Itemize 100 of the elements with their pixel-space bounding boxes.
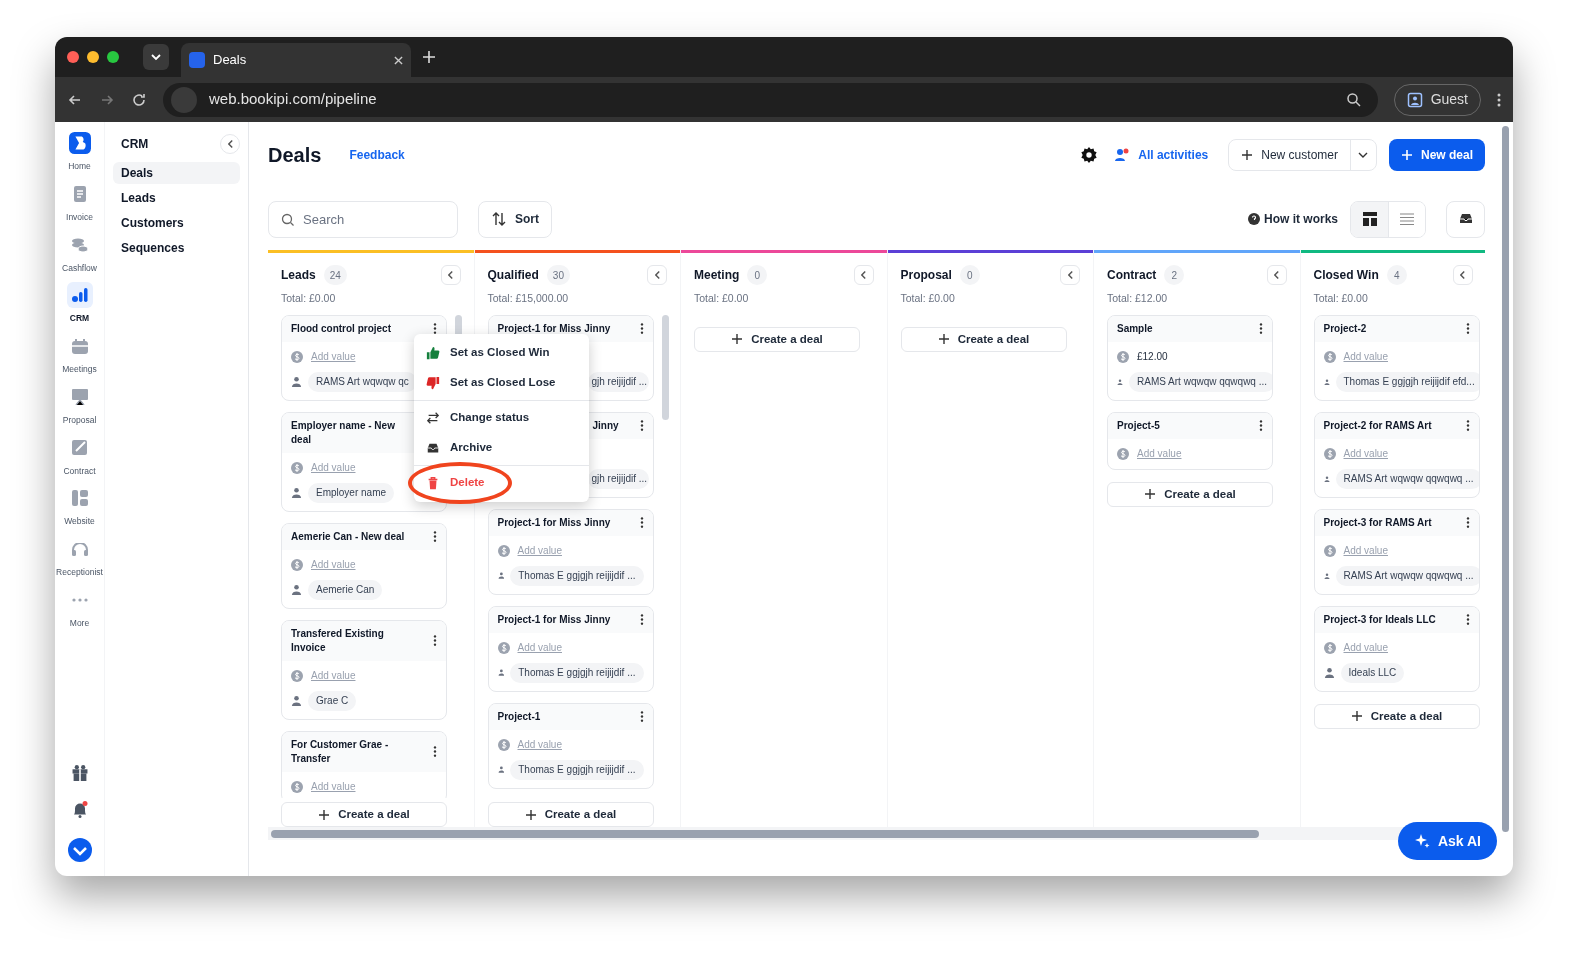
close-tab-icon[interactable] [394, 55, 403, 65]
rail-item[interactable]: Receptionist [55, 536, 104, 579]
card-title: Project-3 for Ideals LLC [1323, 612, 1436, 627]
all-activities-link[interactable]: All activities [1138, 146, 1209, 164]
pen-icon [72, 440, 87, 455]
more-options-icon[interactable] [433, 746, 437, 758]
notification-bell-icon[interactable] [71, 801, 88, 818]
bar-chart-icon [71, 288, 88, 303]
sort-button[interactable]: Sort [478, 200, 552, 238]
create-deal-button[interactable]: Create a deal [1107, 481, 1273, 507]
search-field[interactable]: Search [268, 200, 458, 238]
column-total: Total: £15,000.00 [486, 291, 570, 306]
how-it-works-link[interactable]: How it works [1264, 210, 1338, 228]
zoom-icon[interactable] [1345, 91, 1362, 108]
document-icon [73, 185, 86, 202]
card-title: Project-2 [1323, 321, 1367, 336]
column-scrollbar[interactable] [661, 314, 669, 420]
column-title: Leads [281, 267, 316, 284]
rail-item[interactable]: Home [55, 130, 104, 173]
collapse-column-button[interactable] [1060, 265, 1080, 285]
rail-item[interactable]: Cashflow [55, 231, 104, 275]
more-options-icon[interactable] [433, 635, 437, 647]
menu-item[interactable]: Delete [414, 468, 589, 498]
check-badge-icon[interactable] [67, 838, 92, 862]
collapse-column-button[interactable] [1266, 265, 1287, 285]
create-deal-button[interactable]: Create a deal [900, 326, 1067, 352]
more-options-icon[interactable] [433, 323, 437, 335]
tab-title: Deals [213, 51, 248, 70]
sidebar-title: CRM [121, 136, 149, 153]
contact-chip: RAMS Art wqwqw qc [308, 371, 417, 392]
more-options-icon[interactable] [639, 517, 644, 529]
sidebar-item[interactable]: Deals [113, 162, 240, 184]
collapse-column-button[interactable] [440, 265, 461, 285]
list-icon [1399, 211, 1415, 227]
menu-item[interactable]: Archive [414, 433, 589, 463]
menu-item[interactable]: Set as Closed Win [414, 338, 589, 368]
sidebar-item[interactable]: Sequences [113, 237, 240, 259]
more-options-icon[interactable] [1465, 517, 1470, 529]
card-title: Aemerie Can - New deal [291, 529, 405, 544]
plus-icon [1400, 149, 1413, 161]
create-deal-button[interactable]: Create a deal [487, 802, 654, 827]
rail-item[interactable]: Invoice [55, 180, 104, 224]
contact-chip: RAMS Art wqwqw qqwqwq ... [1335, 468, 1479, 489]
rail-item[interactable]: CRM [55, 282, 104, 325]
more-options-icon[interactable] [433, 531, 437, 543]
dollar-icon [1117, 447, 1129, 460]
reload-icon[interactable] [131, 91, 147, 108]
feedback-link[interactable]: Feedback [349, 146, 405, 164]
collapse-column-button[interactable] [1452, 265, 1473, 285]
more-options-icon[interactable] [639, 614, 644, 626]
more-options-icon[interactable] [1259, 420, 1263, 432]
count-badge: 0 [747, 265, 768, 285]
collapse-column-button[interactable] [853, 265, 874, 285]
settings-icon[interactable] [1080, 146, 1099, 164]
horizontal-scrollbar[interactable] [271, 829, 1259, 838]
dollar-icon [1117, 350, 1129, 363]
more-options-icon[interactable] [1465, 614, 1470, 626]
address-bar[interactable]: web.bookipi.com/pipeline [163, 82, 1378, 117]
more-options-icon[interactable] [639, 711, 644, 723]
new-tab-icon[interactable] [423, 51, 435, 63]
trash-icon [426, 476, 440, 490]
rail-item[interactable]: Meetings [55, 333, 104, 376]
menu-item[interactable]: Set as Closed Lose [414, 368, 589, 398]
chevron-left-icon [227, 140, 233, 148]
more-options-icon[interactable] [639, 323, 644, 335]
archive-button[interactable] [1446, 200, 1485, 238]
new-deal-button[interactable]: New deal [1388, 139, 1485, 171]
plus-icon [318, 808, 331, 821]
more-options-icon[interactable] [1259, 323, 1263, 335]
card-title: Project-1 for Miss Jinny [497, 321, 611, 336]
rail-item[interactable]: More [55, 586, 104, 630]
rail-item[interactable]: Contract [55, 434, 104, 478]
sidebar-item[interactable]: Leads [113, 187, 240, 209]
vertical-scrollbar[interactable] [1502, 126, 1509, 832]
person-icon [497, 572, 505, 580]
contact-chip: RAMS Art wqwqw qqwqwq ... [1335, 565, 1479, 586]
browser-menu-icon[interactable] [1497, 92, 1501, 107]
browser-tab[interactable]: Deals [181, 43, 411, 77]
create-deal-button[interactable]: Create a deal [694, 326, 860, 352]
card-title: Project-5 [1117, 418, 1160, 433]
chevron-left-icon [1067, 271, 1073, 279]
person-icon [1323, 572, 1330, 579]
more-options-icon[interactable] [639, 420, 644, 432]
menu-item[interactable]: Change status [414, 403, 589, 433]
collapse-column-button[interactable] [647, 265, 667, 285]
ask-ai-button[interactable]: Ask AI [1397, 822, 1497, 860]
contact-chip: Thomas E ggjgjh reijijdif ... [510, 662, 644, 683]
column-total: Total: £12.00 [1106, 291, 1169, 306]
more-options-icon[interactable] [1465, 420, 1470, 432]
rail-item[interactable]: Proposal [55, 383, 104, 427]
dollar-icon [291, 780, 303, 793]
tab-list-button[interactable] [143, 44, 169, 70]
contact-chip: Grae C [308, 690, 357, 711]
create-deal-button[interactable]: Create a deal [281, 802, 447, 827]
create-deal-button[interactable]: Create a deal [1313, 703, 1480, 729]
gift-icon[interactable] [71, 765, 88, 781]
board-view-button[interactable] [1351, 201, 1388, 237]
more-options-icon[interactable] [1465, 323, 1470, 335]
sidebar-item[interactable]: Customers [113, 212, 240, 234]
rail-item[interactable]: Website [55, 485, 104, 528]
